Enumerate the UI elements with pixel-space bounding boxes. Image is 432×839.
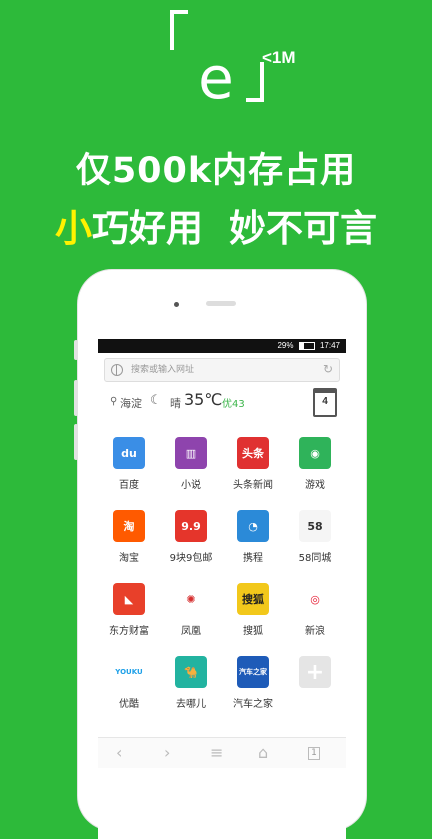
nine-nine-icon: 9.9 bbox=[175, 510, 207, 542]
shortcut-toutiao[interactable]: 头条 头条新闻 bbox=[222, 437, 284, 491]
status-bar: 29% 17:47 bbox=[98, 339, 346, 353]
weather-temperature: 35℃ bbox=[184, 390, 223, 409]
shortcut-phoenix[interactable]: ✺ 凤凰 bbox=[160, 583, 222, 637]
calendar-icon[interactable]: 4 bbox=[313, 388, 337, 417]
shortcut-nine-nine[interactable]: 9.9 9块9包邮 bbox=[160, 510, 222, 564]
gamepad-icon: ◉ bbox=[299, 437, 331, 469]
shortcut-label: 携程 bbox=[243, 553, 263, 564]
battery-icon bbox=[298, 341, 315, 350]
shortcut-label: 新浪 bbox=[305, 626, 325, 637]
autohome-icon: 汽车之家 bbox=[237, 656, 269, 688]
clock: 17:47 bbox=[319, 341, 340, 350]
phone-mockup: 29% 17:47 ↻ ⚲ 海淀 ☾ 晴 35℃ 优43 4 du 百度 ▥ 小说 头条… bbox=[74, 270, 366, 839]
shortcut-autohome[interactable]: 汽车之家 汽车之家 bbox=[222, 656, 284, 710]
weibo-icon: ◎ bbox=[299, 583, 331, 615]
shortcut-taobao[interactable]: 淘淘宝 bbox=[98, 510, 160, 564]
shortcut-youku[interactable]: YOUKU 优酷 bbox=[98, 656, 160, 710]
logo-letter: e bbox=[198, 44, 234, 112]
bottom-toolbar: ‹ › ≡ ⌂ 1 bbox=[98, 737, 346, 768]
phoenix-icon: ✺ bbox=[175, 583, 207, 615]
headline-second: 妙不可言 bbox=[229, 207, 377, 250]
eastmoney-icon: ◣ bbox=[113, 583, 145, 615]
search-input[interactable] bbox=[129, 362, 313, 378]
globe-icon bbox=[111, 364, 123, 376]
weather-condition: 晴 bbox=[170, 397, 181, 410]
add-icon: + bbox=[299, 656, 331, 688]
refresh-icon[interactable]: ↻ bbox=[323, 362, 333, 376]
shortcut-label: 游戏 bbox=[305, 480, 325, 491]
shortcut-label: 58同城 bbox=[298, 553, 332, 564]
menu-icon[interactable]: ≡ bbox=[210, 744, 223, 762]
toutiao-icon: 头条 bbox=[237, 437, 269, 469]
shortcut-label: 9块9包邮 bbox=[169, 553, 213, 564]
address-bar[interactable]: ↻ bbox=[104, 358, 340, 382]
shortcut-label: 优酷 bbox=[119, 699, 139, 710]
shortcut-row: YOUKU 优酷 🐪 去哪儿 汽车之家 汽车之家 + bbox=[98, 656, 346, 731]
back-icon[interactable]: ‹ bbox=[116, 744, 122, 762]
logo-bracket-right bbox=[246, 62, 264, 102]
air-quality: 优43 bbox=[222, 399, 245, 410]
location-pin-icon: ⚲ bbox=[110, 396, 118, 407]
shortcut-label: 汽车之家 bbox=[233, 699, 273, 710]
moon-icon: ☾ bbox=[150, 393, 162, 408]
shortcut-qunar[interactable]: 🐪 去哪儿 bbox=[160, 656, 222, 710]
weather-location: 海淀 bbox=[120, 397, 142, 410]
book-icon: ▥ bbox=[175, 437, 207, 469]
qunar-icon: 🐪 bbox=[175, 656, 207, 688]
youku-icon: YOUKU bbox=[113, 656, 145, 688]
logo-size-badge: <1M bbox=[262, 48, 296, 67]
phone-speaker bbox=[206, 301, 236, 306]
tabs-icon[interactable]: 1 bbox=[308, 747, 320, 760]
shortcut-row: 淘淘宝 9.9 9块9包邮 ◔ 携程 58 58同城 bbox=[98, 510, 346, 585]
shortcut-label: 百度 bbox=[119, 480, 139, 491]
shortcut-58[interactable]: 58 58同城 bbox=[284, 510, 346, 564]
logo-bracket-left bbox=[170, 10, 188, 50]
weather-bar[interactable]: ⚲ 海淀 ☾ 晴 35℃ 优43 4 bbox=[98, 388, 346, 418]
battery-percent: 29% bbox=[277, 341, 294, 350]
phone-side-button bbox=[74, 380, 78, 416]
phone-camera bbox=[174, 302, 179, 307]
shortcut-eastmoney[interactable]: ◣ 东方财富 bbox=[98, 583, 160, 637]
shortcut-row: du 百度 ▥ 小说 头条头条新闻 ◉ 游戏 bbox=[98, 437, 346, 512]
shortcut-gamepad[interactable]: ◉ 游戏 bbox=[284, 437, 346, 491]
shortcut-label: 淘宝 bbox=[119, 553, 139, 564]
shortcut-book[interactable]: ▥ 小说 bbox=[160, 437, 222, 491]
shortcut-label: 头条新闻 bbox=[233, 480, 273, 491]
shortcut-add[interactable]: + bbox=[284, 656, 346, 695]
shortcut-label: 凤凰 bbox=[181, 626, 201, 637]
shortcut-label: 去哪儿 bbox=[176, 699, 206, 710]
headline-highlight: 小 bbox=[55, 207, 92, 250]
headline-memory: 仅500k内存占用 bbox=[75, 151, 357, 191]
shortcut-row: ◣ 东方财富 ✺ 凤凰 搜狐 搜狐 ◎ 新浪 bbox=[98, 583, 346, 658]
shortcut-sohu[interactable]: 搜狐 搜狐 bbox=[222, 583, 284, 637]
headline-tagline: 小巧好用 妙不可言 bbox=[0, 198, 432, 252]
phone-side-button bbox=[74, 340, 78, 360]
shortcut-baidu[interactable]: du 百度 bbox=[98, 437, 160, 491]
headline-rest: 巧好用 bbox=[92, 207, 203, 250]
browser-screen: 29% 17:47 ↻ ⚲ 海淀 ☾ 晴 35℃ 优43 4 du 百度 ▥ 小说 头条… bbox=[98, 339, 346, 839]
phone-side-button bbox=[74, 424, 78, 460]
home-icon[interactable]: ⌂ bbox=[258, 744, 268, 762]
forward-icon[interactable]: › bbox=[164, 744, 170, 762]
sohu-icon: 搜狐 bbox=[237, 583, 269, 615]
ctrip-icon: ◔ bbox=[237, 510, 269, 542]
taobao-icon: 淘 bbox=[113, 510, 145, 542]
58-icon: 58 bbox=[299, 510, 331, 542]
baidu-icon: du bbox=[113, 437, 145, 469]
shortcut-label: 搜狐 bbox=[243, 626, 263, 637]
shortcut-weibo[interactable]: ◎ 新浪 bbox=[284, 583, 346, 637]
shortcut-ctrip[interactable]: ◔ 携程 bbox=[222, 510, 284, 564]
shortcut-label: 东方财富 bbox=[109, 626, 149, 637]
shortcut-label: 小说 bbox=[181, 480, 201, 491]
